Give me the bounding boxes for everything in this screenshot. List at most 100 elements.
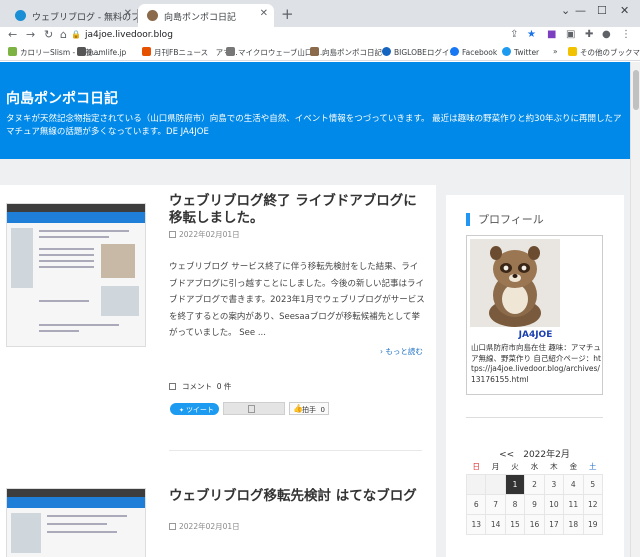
scrollbar-thumb[interactable] <box>633 70 639 110</box>
bookmark-hamlife[interactable]: hamlife.jp <box>77 47 126 57</box>
bookmark-label: hamlife.jp <box>89 48 127 57</box>
comment-link[interactable]: コメント 0 件 <box>169 381 231 392</box>
like-count: 0 <box>320 406 325 414</box>
new-tab-icon[interactable]: + <box>281 5 294 23</box>
tanuki-icon <box>310 47 319 56</box>
calendar-day[interactable]: 17 <box>543 513 565 535</box>
calendar-day[interactable]: 7 <box>485 493 506 515</box>
calendar: 日月火水木金土 1 2 3 4 5 6 7 8 9 10 11 12 13 14 15 16 17 18 19 <box>465 460 604 535</box>
close-tab-icon[interactable]: ✕ <box>260 8 268 19</box>
close-tab-icon[interactable]: ✕ <box>124 8 132 19</box>
bookmark-star-icon[interactable]: ★ <box>527 29 536 40</box>
calendar-day[interactable]: 8 <box>504 493 526 515</box>
browser-toolbar: ← → ↻ ⌂ 🔒 ja4joe.livedoor.blog ⇪ ★ ■ ▣ ✚… <box>0 27 640 44</box>
read-more-label: もっと読む <box>385 347 423 356</box>
post-date-text: 2022年02月01日 <box>179 522 240 531</box>
forward-icon[interactable]: → <box>26 28 35 41</box>
calendar-week-row: 13 14 15 16 17 18 19 <box>465 513 604 535</box>
calendar-icon <box>169 231 176 238</box>
calendar-weekday: 火 <box>511 462 519 472</box>
calendar-day[interactable]: 11 <box>563 493 584 515</box>
twitter-bird-icon: ✦ <box>179 407 186 414</box>
more-bookmarks-icon[interactable]: » <box>553 47 558 56</box>
share-icon[interactable]: ⇪ <box>510 29 518 40</box>
tab-webry-blog[interactable]: ウェブリブログ - 無料のブログ(blog)サ ✕ <box>6 4 138 27</box>
profile-card: JA4JOE 山口県防府市向島在住 趣味：アマチュア無線、野菜作り 自己紹介ペー… <box>466 235 603 395</box>
close-window-icon[interactable]: ✕ <box>620 4 629 17</box>
chevron-down-icon[interactable]: ⌄ <box>561 4 570 17</box>
calendar-day[interactable]: 14 <box>485 513 506 535</box>
bookmark-label: Facebook <box>462 48 498 57</box>
post-date: 2022年02月01日 <box>169 229 240 240</box>
post-title[interactable]: ウェブリブログ移転先検討 はてなブログ <box>169 488 429 505</box>
site-title[interactable]: 向島ポンポコ日記 <box>6 88 118 108</box>
bookmark-biglobe[interactable]: BIGLOBEログイン <box>382 47 457 58</box>
tab-title: ウェブリブログ - 無料のブログ(blog)サ <box>32 13 138 23</box>
home-icon[interactable]: ⌂ <box>60 28 67 41</box>
calendar-day[interactable]: 19 <box>582 513 604 535</box>
calendar-icon <box>169 523 176 530</box>
post-thumbnail[interactable] <box>6 488 146 557</box>
bookmark-facebook[interactable]: Facebook <box>450 47 497 57</box>
calendar-day[interactable]: 15 <box>504 513 526 535</box>
other-bookmarks[interactable]: その他のブックマーク <box>568 47 640 58</box>
puzzle-extensions-icon[interactable]: ✚ <box>585 29 593 40</box>
read-more-link[interactable]: › もっと読む <box>380 346 423 357</box>
calendar-day[interactable]: 3 <box>543 473 565 495</box>
site-header: 向島ポンポコ日記 タヌキが天然記念物指定されている（山口県防府市）向島での生活や… <box>0 62 630 159</box>
maximize-icon[interactable]: ☐ <box>597 4 607 17</box>
post-divider <box>169 450 422 451</box>
tab-pompoko-diary[interactable]: 向島ポンポコ日記 ✕ <box>138 4 274 27</box>
calendar-day[interactable]: 16 <box>524 513 545 535</box>
onenote-extension-icon[interactable]: ■ <box>547 29 556 40</box>
calendar-day[interactable]: 2 <box>524 473 545 495</box>
like-label: 拍手 <box>302 406 316 414</box>
folder-icon <box>568 47 577 56</box>
tanuki-favicon-icon <box>147 10 158 21</box>
fb-news-icon <box>142 47 151 56</box>
calendar-day[interactable]: 6 <box>465 493 487 515</box>
calendar-weekday: 金 <box>569 462 578 472</box>
bookmark-label: 向島ポンポコ日記 <box>322 48 382 57</box>
calendar-day[interactable]: 9 <box>524 493 545 515</box>
profile-avatar[interactable] <box>470 239 560 327</box>
hatena-bookmark-button[interactable] <box>223 402 285 415</box>
post-date: 2022年02月01日 <box>169 521 240 532</box>
bookmarks-bar: カロリーSlism - 栄養... hamlife.jp 月刊FBニュース アマ… <box>0 44 640 61</box>
post-title[interactable]: ウェブリブログ終了 ライブドアブログに移転しました。 <box>169 193 429 227</box>
calendar-day[interactable]: 1 <box>504 473 526 495</box>
post-thumbnail[interactable] <box>6 203 146 347</box>
profile-avatar-icon[interactable]: ● <box>602 29 611 40</box>
bookmark-twitter[interactable]: Twitter <box>502 47 539 57</box>
tweet-button[interactable]: ✦ ツイート <box>170 403 219 415</box>
reload-icon[interactable]: ↻ <box>44 28 53 41</box>
calendar-week-row: 6 7 8 9 10 11 12 <box>465 493 604 515</box>
thumbs-up-icon: 👍 <box>293 404 303 413</box>
calendar-weekday: 土 <box>589 462 597 472</box>
comment-icon <box>169 383 176 390</box>
minimize-icon[interactable]: — <box>575 4 586 17</box>
calendar-day[interactable]: 4 <box>563 473 584 495</box>
address-bar[interactable]: ja4joe.livedoor.blog <box>85 30 173 40</box>
like-button[interactable]: 👍 拍手 0 <box>289 402 329 415</box>
calendar-day[interactable]: 5 <box>582 473 604 495</box>
calendar-day[interactable]: 10 <box>543 493 565 515</box>
post-excerpt: ウェブリブログ サービス終了に伴う移転先検討をした結果、ライブドアブログに引っ越… <box>169 262 425 338</box>
page-scrollbar[interactable] <box>630 62 640 557</box>
calendar-day[interactable]: 18 <box>563 513 584 535</box>
hamlife-icon <box>77 47 86 56</box>
bookmark-fb-news[interactable]: 月刊FBニュース アマ... <box>142 47 238 58</box>
calendar-day[interactable]: 12 <box>582 493 604 515</box>
calendar-weekday: 水 <box>530 462 539 472</box>
back-icon[interactable]: ← <box>8 28 17 41</box>
lock-icon[interactable]: 🔒 <box>71 30 81 39</box>
calendar-day[interactable]: 13 <box>465 513 487 535</box>
calendar-title[interactable]: << 2022年2月 <box>466 447 603 460</box>
tweet-label: ツイート <box>185 406 214 414</box>
menu-kebab-icon[interactable]: ⋮ <box>621 29 631 40</box>
extension-icon[interactable]: ▣ <box>566 29 575 40</box>
bookmark-pompoko-diary[interactable]: 向島ポンポコ日記 <box>310 47 382 58</box>
twitter-icon <box>502 47 511 56</box>
biglobe-icon <box>382 47 391 56</box>
calendar-empty-cell <box>465 473 487 495</box>
